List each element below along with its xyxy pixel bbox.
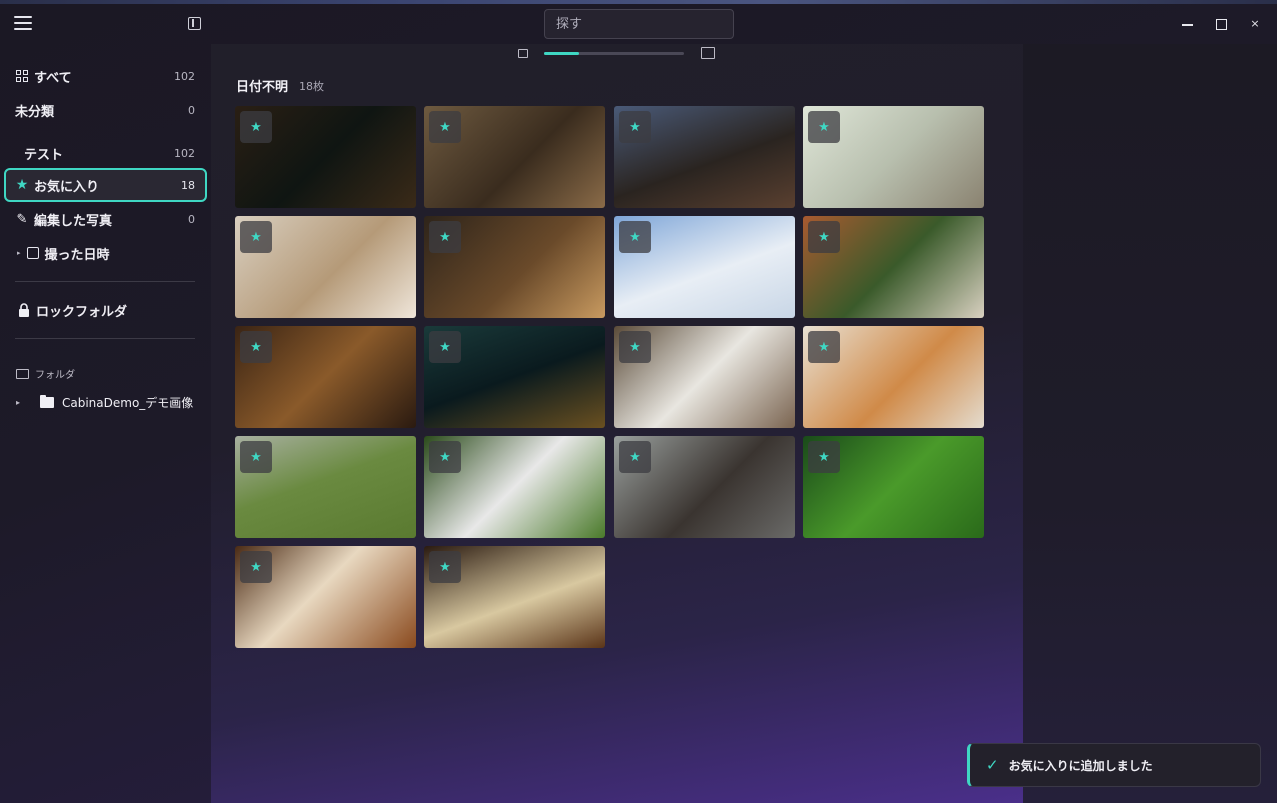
favorite-star-icon[interactable]: ★ — [808, 111, 840, 143]
photo-thumbnail[interactable]: ★ — [803, 436, 984, 538]
maximize-button[interactable] — [1211, 14, 1231, 34]
main-content: 日付不明 18枚 ★ ★ ★ ★ ★ ★ ★ ★ ★ ★ ★ ★ ★ ★ ★ ★ ★ ★ — [211, 44, 1023, 803]
sidebar-item-label: ロックフォルダ — [36, 304, 128, 320]
favorite-star-icon[interactable]: ★ — [240, 551, 272, 583]
favorite-star-icon[interactable]: ★ — [240, 221, 272, 253]
favorite-star-icon[interactable]: ★ — [429, 221, 461, 253]
photo-thumbnail[interactable]: ★ — [235, 436, 416, 538]
zoom-slider-fill — [544, 52, 579, 55]
favorite-star-icon[interactable]: ★ — [619, 441, 651, 473]
check-icon: ✓ — [986, 756, 999, 774]
photo-grid: ★ ★ ★ ★ ★ ★ ★ ★ ★ ★ ★ ★ ★ ★ ★ ★ ★ ★ — [235, 106, 995, 666]
grid-icon — [14, 70, 30, 82]
photo-thumbnail[interactable]: ★ — [235, 546, 416, 648]
sidebar-item-label: 撮った日時 — [44, 247, 110, 263]
sidebar-item-label: すべて — [34, 70, 72, 86]
favorite-star-icon[interactable]: ★ — [619, 331, 651, 363]
sidebar-item-test[interactable]: テスト 102 — [4, 136, 207, 170]
photo-thumbnail[interactable]: ★ — [235, 326, 416, 428]
favorite-star-icon[interactable]: ★ — [240, 441, 272, 473]
title-bar: × — [0, 4, 1277, 44]
favorite-star-icon[interactable]: ★ — [808, 331, 840, 363]
toast-notification: ✓ お気に入りに追加しました — [967, 743, 1261, 787]
sidebar-toggle-icon[interactable] — [188, 17, 201, 30]
favorite-star-icon[interactable]: ★ — [808, 221, 840, 253]
favorite-star-icon[interactable]: ★ — [429, 551, 461, 583]
sidebar-divider — [15, 281, 195, 282]
favorite-star-icon[interactable]: ★ — [619, 221, 651, 253]
folder-icon — [40, 394, 54, 408]
photo-thumbnail[interactable]: ★ — [424, 216, 605, 318]
folder-icon — [16, 368, 29, 379]
lock-icon — [16, 303, 32, 317]
search-input[interactable] — [544, 9, 734, 39]
photo-thumbnail[interactable]: ★ — [424, 546, 605, 648]
photo-thumbnail[interactable]: ★ — [235, 106, 416, 208]
folder-header-label: フォルダ — [35, 370, 75, 381]
pencil-icon: ✎ — [16, 211, 28, 227]
right-panel — [1023, 44, 1277, 803]
sidebar-item-locked-folder[interactable]: ロックフォルダ — [4, 293, 207, 327]
photo-thumbnail[interactable]: ★ — [614, 436, 795, 538]
section-count: 18枚 — [299, 80, 324, 93]
star-icon: ★ — [15, 177, 29, 193]
section-title: 日付不明 — [236, 80, 289, 95]
expand-caret-icon[interactable]: ▸ — [16, 398, 40, 407]
photo-thumbnail[interactable]: ★ — [614, 216, 795, 318]
photo-thumbnail[interactable]: ★ — [803, 106, 984, 208]
sidebar-item-all[interactable]: すべて 102 — [4, 59, 207, 93]
toast-message: お気に入りに追加しました — [1008, 758, 1153, 773]
sidebar-item-favorites[interactable]: ★ お気に入り 18 — [4, 168, 207, 202]
menu-icon[interactable] — [14, 16, 32, 30]
favorite-star-icon[interactable]: ★ — [429, 331, 461, 363]
favorite-star-icon[interactable]: ★ — [619, 111, 651, 143]
favorite-star-icon[interactable]: ★ — [240, 111, 272, 143]
photo-thumbnail[interactable]: ★ — [803, 216, 984, 318]
sidebar-item-label: お気に入り — [34, 179, 100, 195]
folder-item-label: CabinaDemo_デモ画像 — [62, 395, 194, 410]
photo-thumbnail[interactable]: ★ — [235, 216, 416, 318]
photo-thumbnail[interactable]: ★ — [424, 436, 605, 538]
favorite-star-icon[interactable]: ★ — [429, 111, 461, 143]
sidebar-item-edited[interactable]: ✎ 編集した写真 0 — [4, 202, 207, 236]
sidebar-item-count: 18 — [181, 178, 195, 192]
photo-thumbnail[interactable]: ★ — [614, 326, 795, 428]
photo-thumbnail[interactable]: ★ — [614, 106, 795, 208]
image-large-icon — [701, 47, 715, 59]
zoom-slider[interactable] — [544, 52, 684, 55]
image-small-icon — [518, 49, 528, 58]
photo-thumbnail[interactable]: ★ — [424, 106, 605, 208]
sidebar-item-uncategorized[interactable]: 未分類 0 — [4, 93, 207, 127]
close-button[interactable]: × — [1245, 14, 1265, 34]
favorite-star-icon[interactable]: ★ — [429, 441, 461, 473]
folder-section-header: フォルダ — [16, 366, 75, 381]
sidebar-item-label: 未分類 — [15, 104, 55, 120]
sidebar-item-count: 0 — [188, 103, 195, 117]
sidebar: すべて 102 未分類 0 テスト 102 ★ お気に入り 18 ✎ 編集した写… — [0, 44, 211, 803]
sidebar-item-date-taken[interactable]: ▸ 撮った日時 — [4, 236, 207, 270]
favorite-star-icon[interactable]: ★ — [240, 331, 272, 363]
minimize-button[interactable] — [1178, 14, 1198, 34]
favorite-star-icon[interactable]: ★ — [808, 441, 840, 473]
sidebar-divider — [15, 338, 195, 339]
calendar-icon — [26, 247, 39, 259]
expand-caret-icon[interactable]: ▸ — [17, 249, 21, 257]
sidebar-item-count: 0 — [188, 212, 195, 226]
sidebar-item-count: 102 — [174, 69, 195, 83]
photo-thumbnail[interactable]: ★ — [803, 326, 984, 428]
photo-thumbnail[interactable]: ★ — [424, 326, 605, 428]
folder-item[interactable]: ▸ CabinaDemo_デモ画像 — [16, 392, 206, 412]
sidebar-item-count: 102 — [174, 146, 195, 160]
sidebar-item-label: テスト — [24, 147, 64, 163]
sidebar-item-label: 編集した写真 — [34, 213, 113, 229]
